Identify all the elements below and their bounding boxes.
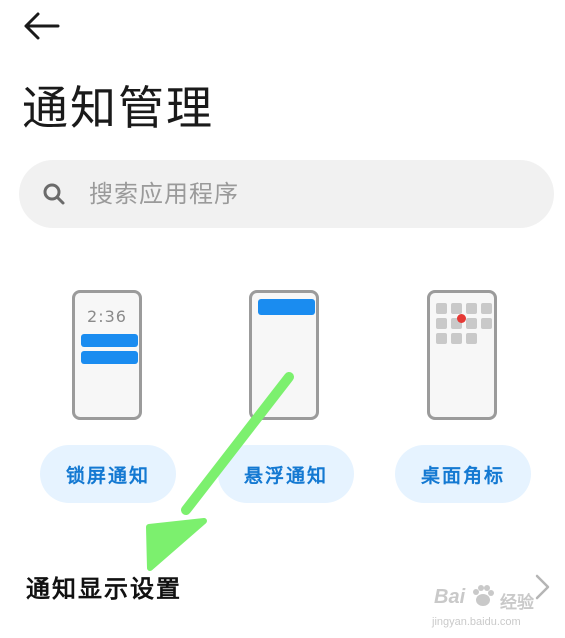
- notification-display-settings-row[interactable]: 通知显示设置: [0, 555, 565, 617]
- app-tile: [436, 318, 447, 329]
- page-title: 通知管理: [22, 81, 214, 135]
- app-badge-preview: [427, 290, 497, 420]
- settings-row-label: 通知显示设置: [26, 575, 182, 603]
- search-icon: [41, 181, 67, 207]
- watermark-url: jingyan.baidu.com: [432, 616, 521, 628]
- app-tile: [436, 333, 447, 344]
- app-tile: [481, 303, 492, 314]
- search-input[interactable]: [87, 179, 471, 209]
- floating-banner: [258, 299, 315, 315]
- app-tile: [466, 333, 477, 344]
- app-tile: [436, 303, 447, 314]
- floating-notification-button[interactable]: 悬浮通知: [218, 445, 354, 503]
- arrow-left-icon: [24, 12, 60, 40]
- badge-dot: [457, 314, 466, 323]
- back-button[interactable]: [22, 8, 66, 44]
- search-bar[interactable]: [19, 160, 554, 228]
- app-tile: [466, 303, 477, 314]
- app-tile: [466, 318, 477, 329]
- lock-screen-preview: 2:36: [72, 290, 142, 420]
- lock-screen-notification-button[interactable]: 锁屏通知: [40, 445, 176, 503]
- app-tile: [481, 318, 492, 329]
- floating-notification-preview: [249, 290, 319, 420]
- chevron-right-icon: [535, 574, 550, 600]
- notification-bar: [81, 334, 138, 347]
- app-badge-button[interactable]: 桌面角标: [395, 445, 531, 503]
- app-tile: [451, 333, 462, 344]
- app-tile: [451, 303, 462, 314]
- app-icon-grid: [436, 303, 492, 344]
- notification-bar: [81, 351, 138, 364]
- app-tile: [451, 314, 466, 329]
- lock-screen-time: 2:36: [87, 307, 127, 326]
